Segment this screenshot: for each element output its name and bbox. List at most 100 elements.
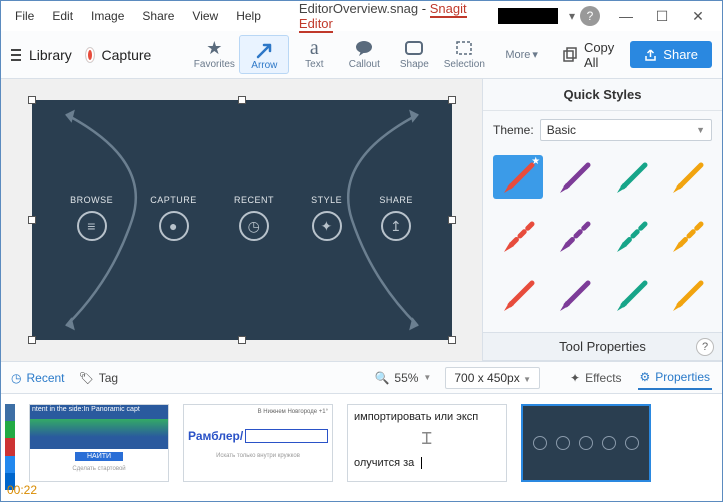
- tool-properties-header: Tool Properties ?: [483, 332, 722, 361]
- theme-select[interactable]: Basic▼: [540, 119, 712, 141]
- resize-handle[interactable]: [448, 96, 456, 104]
- wand-icon: ✦: [570, 371, 580, 385]
- arrow-icon: [667, 216, 707, 256]
- arrow-icon: [554, 216, 594, 256]
- menu-image[interactable]: Image: [83, 5, 132, 27]
- dot-icon: ●: [159, 211, 189, 241]
- arrow-icon: [554, 157, 594, 197]
- canvas-item-recent: RECENT◷: [234, 195, 274, 241]
- style-swatch[interactable]: [606, 214, 656, 258]
- library-button[interactable]: Library: [29, 47, 72, 63]
- style-swatch[interactable]: [662, 155, 712, 199]
- tab-effects[interactable]: ✦Effects: [568, 366, 624, 390]
- titlebar: File Edit Image Share View Help EditorOv…: [1, 1, 722, 31]
- resize-handle[interactable]: [448, 216, 456, 224]
- redacted-box: [498, 8, 558, 24]
- gear-icon: ⚙: [640, 370, 651, 384]
- thumbnail[interactable]: ntent in the side:In Panoramic capt НАЙТ…: [29, 404, 169, 482]
- main-menu: File Edit Image Share View Help: [7, 5, 269, 27]
- record-icon[interactable]: [86, 48, 94, 62]
- toolbar: Library Capture ★Favorites Arrow aText C…: [1, 31, 722, 79]
- shape-icon: [389, 37, 439, 59]
- dimensions-display[interactable]: 700 x 450px ▼: [445, 367, 540, 389]
- tag-button[interactable]: 🏷Tag: [79, 371, 119, 385]
- tool-shape[interactable]: Shape: [389, 35, 439, 74]
- resize-handle[interactable]: [238, 96, 246, 104]
- callout-icon: [339, 37, 389, 59]
- chevron-down-icon: ▼: [523, 375, 531, 384]
- menu-help[interactable]: Help: [228, 5, 269, 27]
- zoom-control[interactable]: 🔍55% ▼: [374, 371, 431, 385]
- recent-button[interactable]: ◷Recent: [11, 371, 65, 385]
- menu-icon[interactable]: [11, 49, 21, 61]
- menu-edit[interactable]: Edit: [44, 5, 81, 27]
- resize-handle[interactable]: [28, 336, 36, 344]
- copy-icon: [562, 47, 578, 63]
- window-controls: ▾ ? — ☐ ✕: [498, 4, 716, 28]
- chevron-down-icon: ▼: [423, 373, 431, 382]
- style-swatch[interactable]: [549, 273, 599, 317]
- tools-group: ★Favorites Arrow aText Callout Shape Sel…: [189, 35, 489, 74]
- thumbnail-tray: ntent in the side:In Panoramic capt НАЙТ…: [1, 393, 722, 501]
- close-button[interactable]: ✕: [680, 4, 716, 28]
- menu-file[interactable]: File: [7, 5, 42, 27]
- style-swatch[interactable]: [493, 273, 543, 317]
- tool-favorites[interactable]: ★Favorites: [189, 35, 239, 74]
- search-icon: 🔍: [374, 371, 389, 385]
- copy-all-button[interactable]: Copy All: [554, 36, 622, 74]
- tool-callout[interactable]: Callout: [339, 35, 389, 74]
- status-bar: ◷Recent 🏷Tag 🔍55% ▼ 700 x 450px ▼ ✦Effec…: [1, 361, 722, 393]
- resize-handle[interactable]: [238, 336, 246, 344]
- resize-handle[interactable]: [28, 216, 36, 224]
- arrow-icon: [498, 216, 538, 256]
- arrow-icon: [554, 275, 594, 315]
- panel-tabs: ✦Effects ⚙Properties: [568, 366, 712, 390]
- style-swatch[interactable]: [606, 273, 656, 317]
- style-swatch[interactable]: [606, 155, 656, 199]
- arrow-icon: [240, 38, 288, 60]
- arrow-icon: [611, 157, 651, 197]
- star-icon: ★: [189, 37, 239, 59]
- tab-properties[interactable]: ⚙Properties: [638, 366, 712, 390]
- theme-row: Theme: Basic▼: [483, 111, 722, 149]
- thumbnail[interactable]: В Нижнем Новгороде +1° Рамблер/ Искать т…: [183, 404, 333, 482]
- maximize-button[interactable]: ☐: [644, 4, 680, 28]
- share-button[interactable]: Share: [630, 41, 712, 68]
- style-swatch[interactable]: ★: [493, 155, 543, 199]
- menu-view[interactable]: View: [184, 5, 226, 27]
- menu-share[interactable]: Share: [134, 5, 182, 27]
- style-swatch[interactable]: [662, 214, 712, 258]
- resize-handle[interactable]: [448, 336, 456, 344]
- thumb-strip[interactable]: [5, 404, 15, 490]
- text-cursor-icon: Ꮖ: [354, 431, 500, 449]
- tool-text[interactable]: aText: [289, 35, 339, 74]
- canvas-area[interactable]: BROWSE≡ CAPTURE● RECENT◷ STYLE✦ SHARE↥: [1, 79, 482, 361]
- style-swatch[interactable]: [549, 214, 599, 258]
- canvas-item-share: SHARE↥: [379, 195, 413, 241]
- chevron-down-icon: ▼: [696, 125, 705, 135]
- style-swatch[interactable]: [549, 155, 599, 199]
- title-caret-icon[interactable]: ▾: [564, 9, 580, 23]
- thumbnail[interactable]: импортировать или эксп Ꮖ олучится за: [347, 404, 507, 482]
- tool-selection[interactable]: Selection: [439, 35, 489, 74]
- chevron-down-icon: ▾: [532, 48, 538, 61]
- quick-styles-header: Quick Styles: [483, 79, 722, 111]
- window-title: EditorOverview.snag - Snagit Editor: [269, 1, 498, 31]
- thumbnail-selected[interactable]: snag: [521, 404, 651, 482]
- resize-handle[interactable]: [28, 96, 36, 104]
- right-panel: Quick Styles Theme: Basic▼ ★ Tool Proper…: [482, 79, 722, 361]
- tool-arrow[interactable]: Arrow: [239, 35, 289, 74]
- help-button[interactable]: ?: [580, 6, 600, 26]
- clock-icon: ◷: [239, 211, 269, 241]
- style-swatch[interactable]: [493, 214, 543, 258]
- styles-grid: ★: [483, 149, 722, 332]
- style-swatch[interactable]: [662, 273, 712, 317]
- more-button[interactable]: More▾: [505, 48, 538, 61]
- minimize-button[interactable]: —: [608, 4, 644, 28]
- text-icon: a: [289, 37, 339, 59]
- arrow-icon: [498, 275, 538, 315]
- arrow-icon: [667, 275, 707, 315]
- canvas-image[interactable]: BROWSE≡ CAPTURE● RECENT◷ STYLE✦ SHARE↥: [32, 100, 452, 340]
- capture-button[interactable]: Capture: [102, 47, 152, 63]
- help-icon[interactable]: ?: [696, 338, 714, 356]
